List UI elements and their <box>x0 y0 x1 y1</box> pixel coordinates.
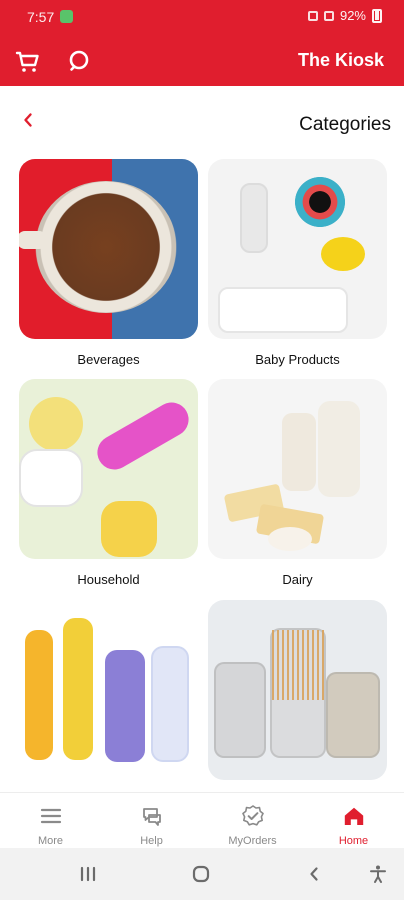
nav-item-myorders[interactable]: MyOrders <box>202 799 303 849</box>
bottle-shape <box>151 646 189 762</box>
pasta-shape <box>272 630 324 700</box>
jar-shape <box>214 662 266 758</box>
baby-bottle-shape <box>240 183 268 253</box>
beverages-image <box>19 159 198 339</box>
toiletries-image <box>19 600 198 780</box>
home-icon <box>341 803 367 829</box>
recent-apps-button[interactable] <box>76 862 100 886</box>
back-button[interactable] <box>16 108 40 132</box>
status-right: 92% <box>307 8 382 23</box>
cheese-round-shape <box>268 527 312 551</box>
recent-apps-icon <box>80 866 96 882</box>
milk-bottle-shape <box>282 413 316 491</box>
system-home-button[interactable] <box>189 862 213 886</box>
page-title: Categories <box>299 114 391 135</box>
category-card-dairy[interactable] <box>208 379 387 559</box>
nav-label-home: Home <box>338 835 369 847</box>
category-label: Dairy <box>282 572 313 587</box>
brand-title: The Kiosk <box>297 50 384 70</box>
glove-shape <box>101 501 157 557</box>
cup-handle-shape <box>19 231 47 249</box>
signal-icon <box>307 10 318 21</box>
status-bar: 7:57 92% <box>0 0 404 34</box>
title-bar: Categories <box>0 86 404 148</box>
category-card-toiletries[interactable] <box>19 600 198 780</box>
menu-icon <box>38 803 64 829</box>
notification-icon <box>60 10 73 23</box>
duck-shape <box>321 237 365 271</box>
status-time: 7:57 <box>27 9 55 25</box>
coffee-cup-shape <box>35 181 177 313</box>
category-label: Baby Products <box>255 352 340 367</box>
nav-label-more: More <box>37 835 64 847</box>
category-card-baby-products[interactable] <box>208 159 387 339</box>
badge-check-icon <box>240 803 266 829</box>
baby-products-image <box>208 159 387 339</box>
category-card-beverages[interactable] <box>19 159 198 339</box>
sponge-shape <box>29 397 83 451</box>
app-header: 7:57 92% The Kiosk <box>0 0 404 86</box>
category-card-household[interactable] <box>19 379 198 559</box>
bottle-shape <box>25 630 53 760</box>
chevron-left-icon <box>24 113 32 127</box>
app-bar: The Kiosk <box>0 34 404 86</box>
battery-icon <box>372 8 382 23</box>
cart-button[interactable] <box>12 46 42 76</box>
back-icon <box>310 867 318 881</box>
bottle-shape <box>105 650 145 762</box>
detergent-bottle-shape <box>19 449 83 507</box>
bottom-navigation: More Help MyOrders Home <box>0 792 404 848</box>
diaper-shape <box>218 287 348 333</box>
accessibility-button[interactable] <box>366 862 390 886</box>
nav-item-home[interactable]: Home <box>303 799 404 849</box>
wifi-icon <box>323 10 334 21</box>
jar-shape <box>326 672 380 758</box>
rattle-shape <box>293 175 347 229</box>
category-card-grains[interactable] <box>208 600 387 780</box>
spray-bottle-shape <box>91 396 195 476</box>
nav-item-more[interactable]: More <box>0 799 101 849</box>
home-circle-icon <box>192 865 210 883</box>
nav-item-help[interactable]: Help <box>101 799 202 849</box>
system-navigation <box>0 848 404 900</box>
household-image <box>19 379 198 559</box>
grains-image <box>208 600 387 780</box>
milk-bottle-shape <box>318 401 360 497</box>
dairy-image <box>208 379 387 559</box>
nav-label-myorders: MyOrders <box>228 835 277 847</box>
cart-icon <box>15 51 39 72</box>
category-label: Beverages <box>77 352 140 367</box>
accessibility-icon <box>370 865 386 883</box>
search-button[interactable] <box>65 46 95 76</box>
category-label: Household <box>77 572 140 587</box>
nav-label-help: Help <box>140 835 163 847</box>
bottle-shape <box>63 618 93 760</box>
system-back-button[interactable] <box>302 862 326 886</box>
battery-percent: 92% <box>339 8 366 23</box>
search-icon <box>69 50 89 71</box>
chat-icon <box>139 803 165 829</box>
